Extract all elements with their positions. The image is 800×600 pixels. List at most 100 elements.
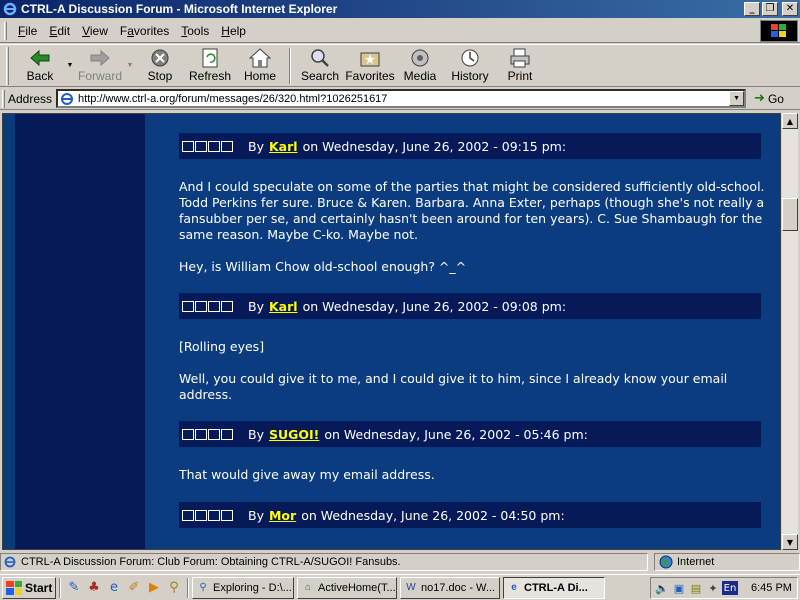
print-button[interactable]: Print bbox=[495, 45, 545, 85]
forum-thread: By Karl on Wednesday, June 26, 2002 - 09… bbox=[145, 114, 780, 549]
post-paragraph: Hey, is William Chow old-school enough? … bbox=[179, 259, 467, 274]
quicklaunch-app-icon[interactable]: ♣ bbox=[84, 578, 104, 598]
post-author-link[interactable]: SUGOI! bbox=[269, 427, 319, 442]
search-label: Search bbox=[300, 69, 340, 83]
post-date: on Wednesday, June 26, 2002 - 09:15 pm: bbox=[302, 138, 567, 154]
post-author-link[interactable]: Karl bbox=[269, 299, 298, 314]
back-button[interactable]: Back bbox=[15, 45, 65, 85]
menu-favorites[interactable]: Favorites bbox=[114, 24, 175, 38]
media-button[interactable]: Media bbox=[395, 45, 445, 85]
post-header: By Karl on Wednesday, June 26, 2002 - 09… bbox=[179, 133, 761, 159]
refresh-button[interactable]: Refresh bbox=[185, 45, 235, 85]
standard-toolbar: Back ▼ Forward ▼ Stop Refresh Home Searc… bbox=[0, 44, 800, 87]
post-glyph-boxes bbox=[182, 509, 234, 521]
address-input[interactable]: http://www.ctrl-a.org/forum/messages/26/… bbox=[56, 89, 747, 108]
task-label: ActiveHome(T... bbox=[318, 581, 396, 594]
language-indicator[interactable]: En bbox=[722, 581, 738, 595]
post-glyph-boxes bbox=[182, 140, 234, 152]
start-button[interactable]: Start bbox=[2, 576, 56, 599]
clock[interactable]: 6:45 PM bbox=[751, 582, 792, 594]
quicklaunch-ie-icon[interactable]: e bbox=[104, 578, 124, 598]
volume-icon[interactable]: 🔈 bbox=[654, 580, 670, 596]
post-glyph-boxes bbox=[182, 300, 234, 312]
quicklaunch-media-icon[interactable]: ▶ bbox=[144, 578, 164, 598]
maximize-button[interactable]: ❐ bbox=[762, 2, 778, 16]
post-author-link[interactable]: Mor bbox=[269, 508, 296, 523]
address-dropdown-icon[interactable]: ▼ bbox=[729, 91, 745, 106]
menu-grip[interactable] bbox=[4, 21, 7, 40]
page-viewport[interactable]: By Karl on Wednesday, June 26, 2002 - 09… bbox=[2, 113, 781, 550]
post-header: By SUGOI! on Wednesday, June 26, 2002 - … bbox=[179, 421, 761, 447]
quicklaunch-tool-icon[interactable]: ✐ bbox=[124, 578, 144, 598]
tool-icon[interactable]: ✦ bbox=[705, 580, 721, 596]
quicklaunch-edit-icon[interactable]: ✎ bbox=[64, 578, 84, 598]
home-button[interactable]: Home bbox=[235, 45, 285, 85]
post-by: By bbox=[248, 138, 264, 154]
windows-flag-icon bbox=[6, 580, 22, 595]
history-icon bbox=[458, 47, 482, 69]
task-label: CTRL-A Di... bbox=[524, 581, 588, 594]
post-date: on Wednesday, June 26, 2002 - 04:50 pm: bbox=[301, 507, 565, 523]
toolbar-separator bbox=[289, 48, 291, 84]
forward-arrow-icon bbox=[88, 47, 112, 69]
menu-tools[interactable]: Tools bbox=[175, 24, 215, 38]
go-button[interactable]: ➜ Go bbox=[754, 91, 784, 106]
system-tray: 🔈 ▣ ▤ ✦ En 6:45 PM bbox=[650, 577, 798, 599]
address-grip[interactable] bbox=[2, 89, 5, 108]
toolbar-grip[interactable] bbox=[6, 47, 9, 85]
vertical-scrollbar[interactable]: ▲ ▼ bbox=[782, 113, 798, 550]
zone-label: Internet bbox=[677, 556, 715, 568]
task-button-activehome[interactable]: ⌂ ActiveHome(T... bbox=[297, 576, 397, 599]
menu-help[interactable]: Help bbox=[215, 24, 252, 38]
explorer-icon: ⚲ bbox=[199, 582, 207, 593]
close-button[interactable]: ✕ bbox=[782, 2, 798, 16]
favorites-button[interactable]: Favorites bbox=[345, 45, 395, 85]
post-glyph-boxes bbox=[182, 428, 234, 440]
forward-dropdown-icon[interactable]: ▼ bbox=[125, 45, 135, 85]
globe-icon bbox=[659, 555, 673, 569]
scroll-up-icon[interactable]: ▲ bbox=[782, 113, 798, 129]
post-paragraph: That would give away my email address. bbox=[179, 467, 435, 482]
scroll-thumb[interactable] bbox=[782, 198, 798, 231]
post-by: By bbox=[248, 298, 264, 314]
scroll-down-icon[interactable]: ▼ bbox=[782, 534, 798, 550]
stop-button[interactable]: Stop bbox=[135, 45, 185, 85]
browser-window: CTRL-A Discussion Forum - Microsoft Inte… bbox=[0, 0, 800, 600]
ie-icon bbox=[2, 1, 18, 17]
taskbar-separator bbox=[187, 577, 189, 598]
home-icon bbox=[248, 47, 272, 69]
task-button-ie[interactable]: e CTRL-A Di... bbox=[503, 576, 605, 599]
page-icon bbox=[59, 91, 75, 107]
post-author-link[interactable]: Karl bbox=[269, 139, 298, 154]
back-dropdown-icon[interactable]: ▼ bbox=[65, 45, 75, 85]
task-button-explorer[interactable]: ⚲ Exploring - D:\... bbox=[192, 576, 294, 599]
task-label: no17.doc - W... bbox=[421, 581, 495, 594]
post-body: That would give away my email address. bbox=[179, 467, 769, 499]
security-zone-panel: Internet bbox=[654, 553, 800, 571]
post-paragraph: And I could speculate on some of the par… bbox=[179, 179, 765, 242]
forward-button[interactable]: Forward bbox=[75, 45, 125, 85]
history-button[interactable]: History bbox=[445, 45, 495, 85]
back-arrow-icon bbox=[28, 47, 52, 69]
media-label: Media bbox=[403, 69, 437, 83]
post-body: And I could speculate on some of the par… bbox=[179, 179, 769, 291]
network-icon[interactable]: ▣ bbox=[671, 580, 687, 596]
go-arrow-icon: ➜ bbox=[754, 91, 765, 106]
media-icon bbox=[408, 47, 432, 69]
search-button[interactable]: Search bbox=[295, 45, 345, 85]
title-bar[interactable]: CTRL-A Discussion Forum - Microsoft Inte… bbox=[0, 0, 800, 18]
post-paragraph: [Rolling eyes] bbox=[179, 339, 265, 354]
display-icon[interactable]: ▤ bbox=[688, 580, 704, 596]
menu-edit[interactable]: Edit bbox=[43, 24, 76, 38]
minimize-button[interactable]: _ bbox=[744, 2, 760, 16]
address-bar: Address http://www.ctrl-a.org/forum/mess… bbox=[0, 88, 800, 110]
menu-view[interactable]: View bbox=[76, 24, 114, 38]
menu-file[interactable]: File bbox=[12, 24, 43, 38]
quicklaunch-search-icon[interactable]: ⚲ bbox=[164, 578, 184, 598]
task-button-word[interactable]: W no17.doc - W... bbox=[400, 576, 500, 599]
post-header: By Mor on Wednesday, June 26, 2002 - 04:… bbox=[179, 502, 761, 528]
favorites-icon bbox=[358, 47, 382, 69]
taskbar: Start ✎ ♣ e ✐ ▶ ⚲ ⚲ Exploring - D:\... ⌂… bbox=[0, 574, 800, 600]
start-label: Start bbox=[25, 580, 53, 595]
status-text-panel: CTRL-A Discussion Forum: Club Forum: Obt… bbox=[0, 553, 648, 571]
